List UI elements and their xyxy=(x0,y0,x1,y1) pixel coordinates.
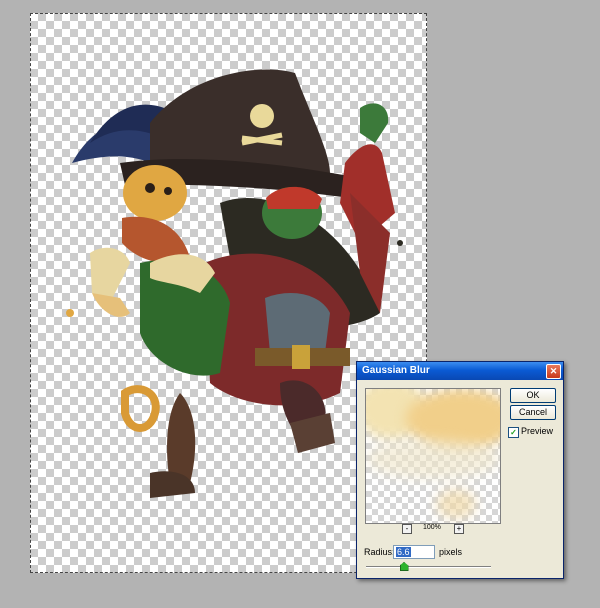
zoom-out-button[interactable]: - xyxy=(402,524,412,534)
radius-value: 6.6 xyxy=(396,547,411,557)
zoom-controls: - 100% + xyxy=(357,524,509,536)
ok-button[interactable]: OK xyxy=(510,388,556,403)
radius-slider[interactable] xyxy=(366,562,491,571)
radius-input[interactable]: 6.6 xyxy=(393,545,435,559)
zoom-level: 100% xyxy=(423,524,441,531)
unit-label: pixels xyxy=(439,547,463,557)
gaussian-blur-dialog: Gaussian Blur ✕ OK Cancel ✓ Preview - 10… xyxy=(356,361,564,579)
preview-thumbnail[interactable] xyxy=(365,388,501,524)
zoom-in-button[interactable]: + xyxy=(454,524,464,534)
preview-label: Preview xyxy=(521,426,554,436)
radius-label: Radius: xyxy=(364,547,395,557)
blurred-preview-content xyxy=(436,489,476,519)
preview-checkbox[interactable]: ✓ xyxy=(508,427,519,438)
radius-slider-thumb[interactable] xyxy=(399,562,409,571)
cancel-button[interactable]: Cancel xyxy=(510,405,556,420)
blurred-preview-content xyxy=(366,439,500,479)
checkmark-icon: ✓ xyxy=(510,428,517,437)
dialog-titlebar[interactable]: Gaussian Blur ✕ xyxy=(357,362,563,380)
radius-row: Radius: 6.6 pixels xyxy=(364,545,554,559)
dialog-title: Gaussian Blur xyxy=(362,365,430,376)
close-icon[interactable]: ✕ xyxy=(546,364,561,379)
